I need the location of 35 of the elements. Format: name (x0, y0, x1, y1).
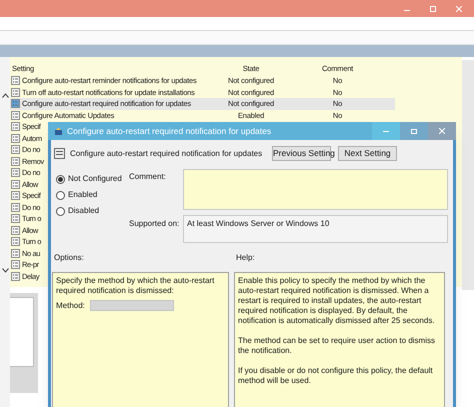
supported-on-label: Supported on: (129, 218, 180, 230)
radio-label: Enabled (68, 189, 98, 201)
dialog-title: Configure auto-restart required notification for updates (67, 124, 272, 138)
minimize-icon (383, 130, 389, 132)
maximize-icon (411, 128, 417, 134)
radio-button[interactable] (56, 174, 65, 184)
scroll-down-icon[interactable] (2, 268, 9, 273)
radio-button[interactable] (56, 190, 65, 200)
supported-on-field: At least Windows Server or Windows 10 (183, 215, 448, 243)
policy-heading: Configure auto-restart required notification for updates (70, 148, 262, 160)
options-label: Options: (54, 252, 85, 264)
help-label: Help: (236, 252, 255, 264)
maximize-icon[interactable] (430, 6, 436, 12)
radio-button[interactable] (56, 206, 65, 216)
maximize-button[interactable] (400, 122, 428, 140)
scroll-up-icon[interactable] (2, 93, 9, 98)
nav-button[interactable]: Next Setting (338, 146, 397, 161)
method-label: Method: (56, 300, 86, 310)
options-text: Specify the method by which the auto-restart required notification is dismissed: (56, 276, 216, 296)
app-icon (54, 126, 63, 136)
comment-label: Comment: (129, 171, 167, 183)
radio-option[interactable]: Enabled (56, 189, 129, 201)
close-button[interactable] (428, 122, 456, 140)
radio-label: Not Configured (68, 173, 122, 185)
close-icon[interactable] (456, 6, 462, 12)
comment-field[interactable] (183, 169, 448, 210)
radio-option[interactable]: Not Configured (56, 173, 129, 185)
policy-icon (11, 99, 20, 108)
help-text: Enable this policy to specify the method by which the auto-restart required notification is dismissed. When a restart is required to install updates, the auto-restart required notification is displayed. By default, the notification is automatically dismissed after 25 seconds. (238, 276, 436, 326)
radio-option[interactable]: Disabled (56, 205, 129, 217)
radio-label: Disabled (68, 205, 100, 217)
close-icon (439, 128, 445, 134)
help-text: The method can be set to require user action to dismiss the notification. (238, 336, 436, 356)
help-text: If you disable or do not configure this policy, the default method will be used. (238, 366, 434, 386)
policy-icon (54, 148, 65, 159)
